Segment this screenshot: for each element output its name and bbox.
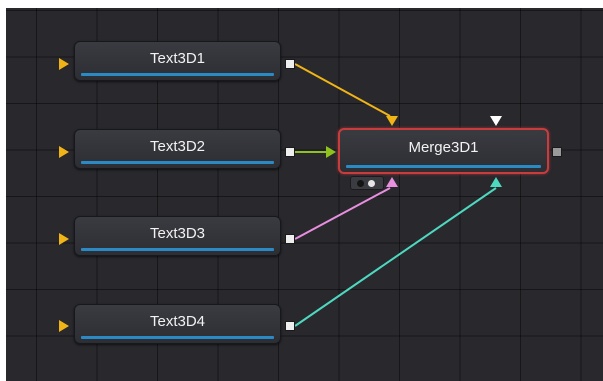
node-text3d3[interactable]: Text3D3 <box>74 216 281 256</box>
merge3d1-input3-arrow[interactable] <box>386 177 398 187</box>
text3d3-output-port[interactable] <box>285 234 295 244</box>
wire-text3d1-merge3d1[interactable] <box>294 63 391 117</box>
viewer-indicator-badge[interactable] <box>350 176 384 190</box>
merge3d1-background-input-arrow[interactable] <box>386 116 398 126</box>
node-label: Text3D2 <box>149 138 206 155</box>
node-text3d4[interactable]: Text3D4 <box>74 304 281 344</box>
node-status-bar <box>81 73 274 76</box>
text3d2-output-port[interactable] <box>285 147 295 157</box>
node-status-bar <box>81 248 274 251</box>
text3d4-input-arrow[interactable] <box>59 320 69 332</box>
node-label: Text3D4 <box>149 313 206 330</box>
text3d3-input-arrow[interactable] <box>59 233 69 245</box>
merge3d1-scene-input-arrow[interactable] <box>490 116 502 126</box>
wire-text3d3-merge3d1[interactable] <box>294 187 391 240</box>
text3d1-output-port[interactable] <box>285 59 295 69</box>
node-merge3d1[interactable]: Merge3D1 <box>338 128 549 174</box>
wire-text3d4-merge3d1[interactable] <box>294 187 497 327</box>
merge3d1-output-port[interactable] <box>552 147 562 157</box>
node-status-bar <box>346 165 541 168</box>
node-text3d2[interactable]: Text3D2 <box>74 129 281 169</box>
text3d2-input-arrow[interactable] <box>59 146 69 158</box>
text3d1-input-arrow[interactable] <box>59 58 69 70</box>
node-status-bar <box>81 161 274 164</box>
wire-text3d2-arrowhead <box>326 146 336 158</box>
node-label: Merge3D1 <box>408 139 479 156</box>
viewer-a-dot-icon <box>357 180 364 187</box>
viewer-b-dot-icon <box>368 180 375 187</box>
node-text3d1[interactable]: Text3D1 <box>74 41 281 81</box>
node-label: Text3D3 <box>149 225 206 242</box>
text3d4-output-port[interactable] <box>285 321 295 331</box>
node-status-bar <box>81 336 274 339</box>
node-label: Text3D1 <box>149 50 206 67</box>
merge3d1-input4-arrow[interactable] <box>490 177 502 187</box>
